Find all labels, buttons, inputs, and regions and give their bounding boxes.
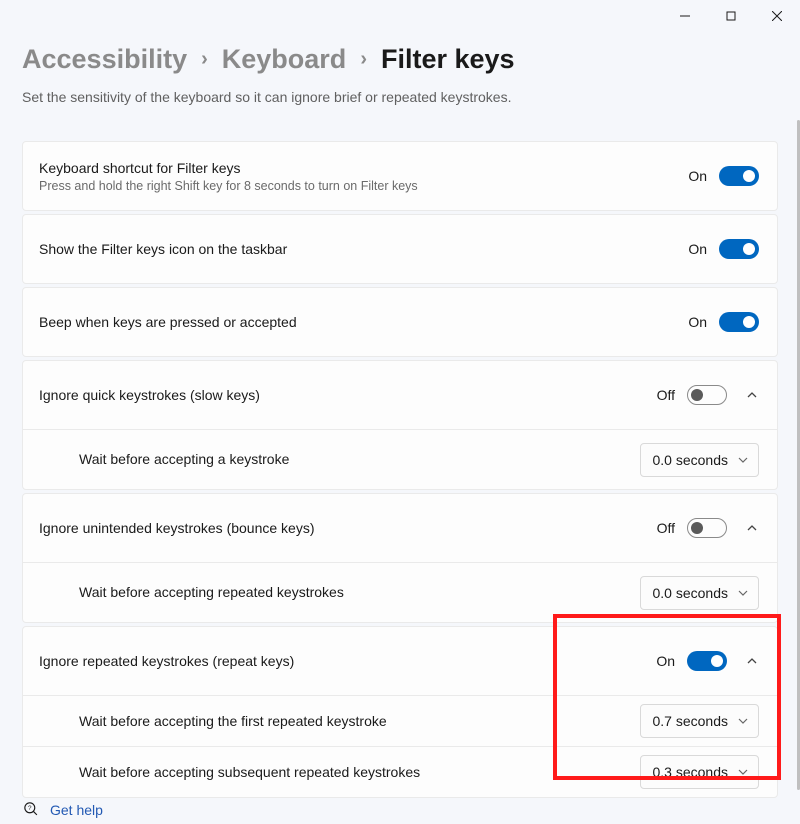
taskbar-icon-toggle[interactable] xyxy=(719,239,759,259)
chevron-down-icon xyxy=(738,585,748,601)
page-description: Set the sensitivity of the keyboard so i… xyxy=(22,89,778,105)
setting-slow-keys: Ignore quick keystrokes (slow keys) Off … xyxy=(22,360,778,490)
toggle-state-label: Off xyxy=(657,387,675,403)
breadcrumb-accessibility[interactable]: Accessibility xyxy=(22,44,187,75)
setting-title: Ignore unintended keystrokes (bounce key… xyxy=(39,519,657,538)
repeat-keys-toggle[interactable] xyxy=(687,651,727,671)
setting-taskbar-icon: Show the Filter keys icon on the taskbar… xyxy=(22,214,778,284)
toggle-state-label: Off xyxy=(657,520,675,536)
help-label: Get help xyxy=(50,802,103,818)
get-help-link[interactable]: ? Get help xyxy=(22,800,103,820)
setting-title: Keyboard shortcut for Filter keys xyxy=(39,159,688,178)
select-value: 0.0 seconds xyxy=(653,452,729,468)
chevron-down-icon xyxy=(738,764,748,780)
setting-keyboard-shortcut: Keyboard shortcut for Filter keys Press … xyxy=(22,141,778,211)
chevron-down-icon xyxy=(738,452,748,468)
toggle-state-label: On xyxy=(688,314,707,330)
setting-title: Ignore quick keystrokes (slow keys) xyxy=(39,386,657,405)
bounce-keys-wait-row: Wait before accepting repeated keystroke… xyxy=(23,562,777,622)
sub-setting-label: Wait before accepting the first repeated… xyxy=(79,712,640,731)
slow-keys-header-row[interactable]: Ignore quick keystrokes (slow keys) Off xyxy=(23,361,777,429)
repeat-keys-subsequent-wait-select[interactable]: 0.3 seconds xyxy=(640,755,760,789)
close-button[interactable] xyxy=(754,0,800,32)
bounce-keys-toggle[interactable] xyxy=(687,518,727,538)
repeat-keys-first-wait-select[interactable]: 0.7 seconds xyxy=(640,704,760,738)
setting-title: Ignore repeated keystrokes (repeat keys) xyxy=(39,652,656,671)
chevron-up-icon[interactable] xyxy=(745,521,759,535)
repeat-keys-subsequent-wait-row: Wait before accepting subsequent repeate… xyxy=(23,746,777,797)
chevron-right-icon: › xyxy=(201,48,208,71)
select-value: 0.7 seconds xyxy=(653,713,729,729)
maximize-button[interactable] xyxy=(708,0,754,32)
bounce-keys-wait-select[interactable]: 0.0 seconds xyxy=(640,576,760,610)
chevron-right-icon: › xyxy=(360,48,367,71)
setting-bounce-keys: Ignore unintended keystrokes (bounce key… xyxy=(22,493,778,623)
slow-keys-toggle[interactable] xyxy=(687,385,727,405)
setting-beep: Beep when keys are pressed or accepted O… xyxy=(22,287,778,357)
setting-title: Show the Filter keys icon on the taskbar xyxy=(39,240,688,259)
setting-description: Press and hold the right Shift key for 8… xyxy=(39,179,688,193)
breadcrumb-keyboard[interactable]: Keyboard xyxy=(222,44,347,75)
setting-repeat-keys: Ignore repeated keystrokes (repeat keys)… xyxy=(22,626,778,798)
window-controls xyxy=(662,0,800,32)
toggle-state-label: On xyxy=(688,241,707,257)
help-icon: ? xyxy=(22,800,39,820)
toggle-state-label: On xyxy=(656,653,675,669)
chevron-up-icon[interactable] xyxy=(745,388,759,402)
sub-setting-label: Wait before accepting subsequent repeate… xyxy=(79,763,640,782)
svg-text:?: ? xyxy=(28,805,32,812)
sub-setting-label: Wait before accepting a keystroke xyxy=(79,450,640,469)
chevron-up-icon[interactable] xyxy=(745,654,759,668)
breadcrumb: Accessibility › Keyboard › Filter keys xyxy=(22,44,778,75)
select-value: 0.3 seconds xyxy=(653,764,729,780)
page-title: Filter keys xyxy=(381,44,515,75)
minimize-button[interactable] xyxy=(662,0,708,32)
repeat-keys-first-wait-row: Wait before accepting the first repeated… xyxy=(23,695,777,746)
chevron-down-icon xyxy=(738,713,748,729)
setting-title: Beep when keys are pressed or accepted xyxy=(39,313,688,332)
keyboard-shortcut-toggle[interactable] xyxy=(719,166,759,186)
select-value: 0.0 seconds xyxy=(653,585,729,601)
repeat-keys-header-row[interactable]: Ignore repeated keystrokes (repeat keys)… xyxy=(23,627,777,695)
sub-setting-label: Wait before accepting repeated keystroke… xyxy=(79,583,640,602)
slow-keys-wait-row: Wait before accepting a keystroke 0.0 se… xyxy=(23,429,777,489)
slow-keys-wait-select[interactable]: 0.0 seconds xyxy=(640,443,760,477)
toggle-state-label: On xyxy=(688,168,707,184)
bounce-keys-header-row[interactable]: Ignore unintended keystrokes (bounce key… xyxy=(23,494,777,562)
beep-toggle[interactable] xyxy=(719,312,759,332)
